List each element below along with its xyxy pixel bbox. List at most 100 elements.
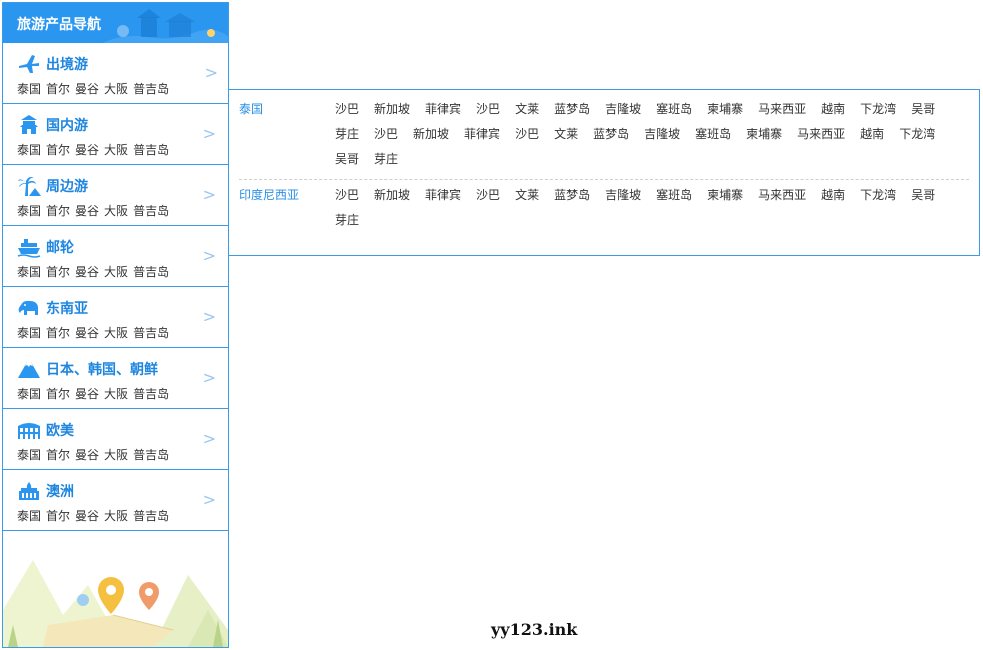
sub-link[interactable]: 大阪: [104, 509, 128, 523]
sub-link[interactable]: 大阪: [104, 265, 128, 279]
sub-link[interactable]: 大阪: [104, 82, 128, 96]
sub-link[interactable]: 普吉岛: [133, 204, 169, 218]
destination-link[interactable]: 越南: [821, 183, 845, 208]
destination-link[interactable]: 下龙湾: [899, 122, 935, 147]
sub-link[interactable]: 普吉岛: [133, 509, 169, 523]
sub-link[interactable]: 泰国: [17, 204, 41, 218]
destination-link[interactable]: 柬埔寨: [707, 183, 743, 208]
destination-link[interactable]: 吴哥: [335, 147, 359, 172]
sub-link[interactable]: 普吉岛: [133, 143, 169, 157]
sub-link[interactable]: 普吉岛: [133, 82, 169, 96]
sidebar-category[interactable]: 日本、韩国、朝鲜 泰国 首尔 曼谷 大阪 普吉岛 >: [3, 348, 228, 409]
destination-link[interactable]: 沙巴: [476, 97, 500, 122]
destination-link[interactable]: 越南: [821, 97, 845, 122]
category-name[interactable]: 出境游: [46, 54, 88, 74]
sub-link[interactable]: 大阪: [104, 326, 128, 340]
sidebar-category[interactable]: 欧美 泰国 首尔 曼谷 大阪 普吉岛 >: [3, 409, 228, 470]
destination-link[interactable]: 沙巴: [515, 122, 539, 147]
destination-link[interactable]: 吉隆坡: [605, 97, 641, 122]
sidebar-category[interactable]: 东南亚 泰国 首尔 曼谷 大阪 普吉岛 >: [3, 287, 228, 348]
destination-link[interactable]: 马来西亚: [797, 122, 845, 147]
destination-link[interactable]: 沙巴: [476, 183, 500, 208]
destination-link[interactable]: 菲律宾: [425, 183, 461, 208]
sub-link[interactable]: 泰国: [17, 387, 41, 401]
sub-link[interactable]: 泰国: [17, 143, 41, 157]
sub-link[interactable]: 大阪: [104, 448, 128, 462]
sub-link[interactable]: 曼谷: [75, 448, 99, 462]
destination-link[interactable]: 新加坡: [413, 122, 449, 147]
sub-link[interactable]: 泰国: [17, 326, 41, 340]
region-name-thailand[interactable]: 泰国: [239, 97, 263, 122]
sub-link[interactable]: 首尔: [46, 387, 70, 401]
category-name[interactable]: 周边游: [46, 176, 88, 196]
destination-link[interactable]: 芽庄: [374, 147, 398, 172]
sub-link[interactable]: 泰国: [17, 509, 41, 523]
sub-link[interactable]: 曼谷: [75, 204, 99, 218]
category-name[interactable]: 日本、韩国、朝鲜: [46, 359, 158, 379]
sidebar-category[interactable]: 周边游 泰国 首尔 曼谷 大阪 普吉岛 >: [3, 165, 228, 226]
destination-link[interactable]: 吴哥: [911, 97, 935, 122]
destination-link[interactable]: 芽庄: [335, 208, 359, 233]
destination-link[interactable]: 越南: [860, 122, 884, 147]
sub-link[interactable]: 泰国: [17, 265, 41, 279]
destination-link[interactable]: 菲律宾: [425, 97, 461, 122]
destination-link[interactable]: 沙巴: [335, 183, 359, 208]
sub-link[interactable]: 泰国: [17, 82, 41, 96]
destination-link[interactable]: 蓝梦岛: [554, 183, 590, 208]
destination-link[interactable]: 沙巴: [374, 122, 398, 147]
destination-link[interactable]: 新加坡: [374, 97, 410, 122]
destination-link[interactable]: 塞班岛: [695, 122, 731, 147]
destination-link[interactable]: 菲律宾: [464, 122, 500, 147]
sub-link[interactable]: 大阪: [104, 387, 128, 401]
sub-link[interactable]: 曼谷: [75, 326, 99, 340]
sub-link[interactable]: 曼谷: [75, 143, 99, 157]
sub-link[interactable]: 首尔: [46, 143, 70, 157]
sub-link[interactable]: 大阪: [104, 143, 128, 157]
destination-link[interactable]: 沙巴: [335, 97, 359, 122]
sub-link[interactable]: 曼谷: [75, 265, 99, 279]
destination-link[interactable]: 马来西亚: [758, 183, 806, 208]
sub-link[interactable]: 首尔: [46, 204, 70, 218]
destination-link[interactable]: 文莱: [554, 122, 578, 147]
sub-link[interactable]: 首尔: [46, 326, 70, 340]
destination-link[interactable]: 吉隆坡: [644, 122, 680, 147]
category-name[interactable]: 东南亚: [46, 298, 88, 318]
sub-link[interactable]: 曼谷: [75, 509, 99, 523]
sub-link[interactable]: 首尔: [46, 265, 70, 279]
destination-link[interactable]: 下龙湾: [860, 183, 896, 208]
sub-link[interactable]: 首尔: [46, 448, 70, 462]
sub-link[interactable]: 大阪: [104, 204, 128, 218]
destination-link[interactable]: 塞班岛: [656, 97, 692, 122]
destination-link[interactable]: 吴哥: [911, 183, 935, 208]
destination-link[interactable]: 蓝梦岛: [554, 97, 590, 122]
region-name-indonesia[interactable]: 印度尼西亚: [239, 183, 299, 208]
sidebar-category[interactable]: 出境游 泰国 首尔 曼谷 大阪 普吉岛 >: [3, 43, 228, 104]
sub-link[interactable]: 普吉岛: [133, 387, 169, 401]
destination-link[interactable]: 芽庄: [335, 122, 359, 147]
destination-link[interactable]: 马来西亚: [758, 97, 806, 122]
destination-link[interactable]: 蓝梦岛: [593, 122, 629, 147]
destination-link[interactable]: 柬埔寨: [707, 97, 743, 122]
destination-link[interactable]: 柬埔寨: [746, 122, 782, 147]
sub-link[interactable]: 泰国: [17, 448, 41, 462]
category-name[interactable]: 欧美: [46, 420, 74, 440]
destination-link[interactable]: 塞班岛: [656, 183, 692, 208]
sub-link[interactable]: 普吉岛: [133, 326, 169, 340]
sub-link[interactable]: 曼谷: [75, 82, 99, 96]
sidebar-category[interactable]: 国内游 泰国 首尔 曼谷 大阪 普吉岛 >: [3, 104, 228, 165]
category-name[interactable]: 邮轮: [46, 237, 74, 257]
sub-link[interactable]: 首尔: [46, 509, 70, 523]
sub-link[interactable]: 普吉岛: [133, 265, 169, 279]
sub-link[interactable]: 曼谷: [75, 387, 99, 401]
category-name[interactable]: 国内游: [46, 115, 88, 135]
destination-link[interactable]: 新加坡: [374, 183, 410, 208]
sub-link[interactable]: 普吉岛: [133, 448, 169, 462]
destination-link[interactable]: 吉隆坡: [605, 183, 641, 208]
destination-link[interactable]: 文莱: [515, 183, 539, 208]
category-name[interactable]: 澳洲: [46, 481, 74, 501]
sidebar-category[interactable]: 澳洲 泰国 首尔 曼谷 大阪 普吉岛 >: [3, 470, 228, 531]
destination-link[interactable]: 下龙湾: [860, 97, 896, 122]
destination-link[interactable]: 文莱: [515, 97, 539, 122]
sidebar-category[interactable]: 邮轮 泰国 首尔 曼谷 大阪 普吉岛 >: [3, 226, 228, 287]
sub-link[interactable]: 首尔: [46, 82, 70, 96]
